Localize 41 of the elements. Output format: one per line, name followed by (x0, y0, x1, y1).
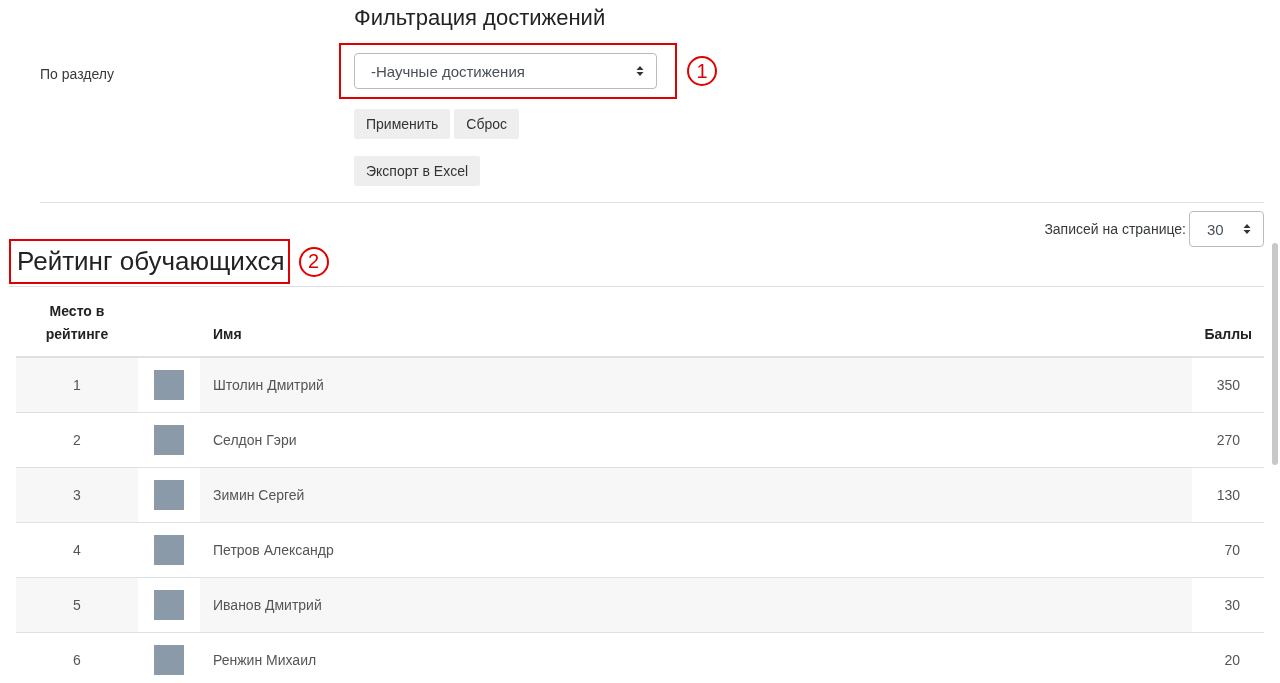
user-name[interactable]: Ренжин Михаил (213, 652, 317, 668)
sort-caret-icon (636, 65, 644, 77)
per-page-label: Записей на странице: (1044, 221, 1186, 237)
section-title: Фильтрация достижений (354, 4, 607, 32)
column-header: Место в рейтинге (44, 302, 110, 344)
table-cell: 5 (73, 597, 81, 613)
table-cell: 350 (1216, 377, 1240, 393)
table-cell: 30 (1224, 597, 1240, 613)
avatar-placeholder (154, 425, 184, 455)
table-cell: 3 (73, 487, 81, 503)
scrollbar-thumb[interactable] (1272, 243, 1278, 465)
table-cell: 4 (73, 542, 81, 558)
table-cell: 2 (73, 432, 81, 448)
table-cell: 130 (1216, 487, 1240, 503)
user-name[interactable]: Иванов Дмитрий (213, 597, 322, 613)
table-cell: 20 (1224, 652, 1240, 668)
rating-title: Рейтинг обучающихся (17, 245, 285, 278)
section-select[interactable]: -Научные достижения (354, 53, 657, 89)
avatar-placeholder (154, 645, 184, 675)
avatar-placeholder (154, 370, 184, 400)
user-name[interactable]: Штолин Дмитрий (213, 377, 324, 393)
user-name[interactable]: Петров Александр (213, 542, 334, 558)
sort-caret-icon (1243, 223, 1251, 235)
callout-number: 1 (687, 56, 717, 86)
user-name[interactable]: Селдон Гэри (213, 432, 297, 448)
table-cell: 270 (1216, 432, 1240, 448)
avatar-placeholder (154, 480, 184, 510)
table-cell: 1 (73, 377, 81, 393)
per-page-select[interactable]: 30 (1189, 211, 1264, 247)
avatar-placeholder (154, 535, 184, 565)
user-name[interactable]: Зимин Сергей (213, 487, 305, 503)
export-button[interactable]: Экспорт в Excel (354, 156, 481, 186)
table-cell: 70 (1224, 542, 1240, 558)
field-label: По разделу (40, 66, 115, 82)
action-button[interactable]: Применить (354, 109, 451, 139)
callout-number: 2 (298, 246, 329, 277)
column-header: Баллы (1204, 325, 1252, 344)
table-cell: 6 (73, 652, 81, 668)
action-button[interactable]: Сброс (454, 109, 520, 139)
column-header: Имя (213, 325, 242, 344)
avatar-placeholder (154, 590, 184, 620)
